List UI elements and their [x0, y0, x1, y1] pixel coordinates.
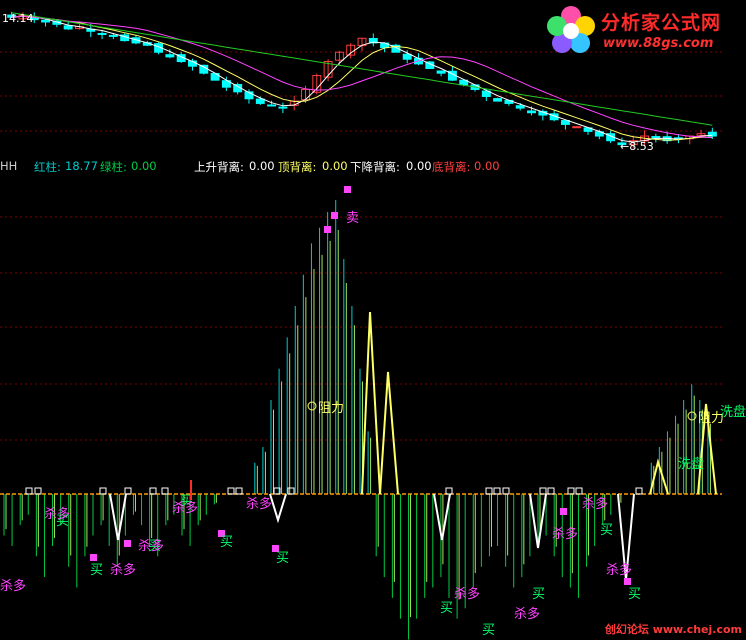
down-divergence-label: 下降背离:: [350, 160, 400, 174]
bottom-divergence-value: 0.00: [474, 159, 500, 173]
buy-label: 买: [220, 535, 233, 550]
kill-long-label: 杀多: [246, 496, 272, 512]
resist-label: 阻力: [318, 401, 344, 416]
downward-spike: [433, 493, 451, 541]
kill-long-label: 杀多: [44, 506, 70, 522]
price-low-label: ←8.53: [620, 140, 654, 153]
candle-body: [278, 106, 288, 109]
price-high-label: 14.14: [2, 12, 34, 25]
resist-circle-icon: [307, 401, 317, 411]
wash-label: 洗盘: [720, 404, 746, 420]
brand-url: www.88gs.com: [603, 36, 714, 51]
candle-body: [267, 104, 277, 107]
candle-body: [41, 19, 51, 23]
buy-label: 买: [90, 563, 103, 578]
flower-logo-icon: [547, 6, 595, 53]
zero-square-marker: [161, 487, 169, 495]
kill-long-label: 杀多: [138, 538, 164, 554]
signal-marker: [624, 578, 631, 585]
buy-label: 买: [600, 523, 613, 538]
zero-square-marker: [635, 487, 643, 495]
red-bar-label: 红柱:: [34, 160, 61, 174]
kill-long-label: 杀多: [552, 526, 578, 542]
candle-body: [108, 34, 118, 37]
zero-square-marker: [493, 487, 501, 495]
zero-square-marker: [567, 487, 575, 495]
candle-body: [515, 105, 525, 109]
green-bar-label: 绿柱:: [100, 160, 127, 174]
footer-watermark: 创幻论坛 www.chej.com: [604, 623, 742, 636]
down-divergence-value: 0.00: [406, 159, 432, 173]
zero-square-marker: [287, 487, 295, 495]
wash-label: 洗盘: [678, 456, 704, 472]
zero-square-marker: [227, 487, 235, 495]
indicator-panel: 卖阻力阻力洗盘洗盘买买买买买买买买买买买杀多杀多杀多杀多杀多 杀多杀多杀多杀多杀多…: [0, 186, 746, 640]
zero-square-marker: [445, 487, 453, 495]
candle-body: [255, 98, 265, 104]
candle-body: [527, 110, 536, 114]
up-divergence-value: 0.00: [249, 159, 275, 173]
signal-marker: [560, 508, 567, 515]
kill-long-label: 杀多: [172, 500, 198, 516]
signal-marker: [331, 212, 338, 219]
zero-square-marker: [235, 487, 243, 495]
buy-label: 买: [628, 587, 641, 602]
downward-spike: [109, 493, 127, 541]
top-divergence-label: 顶背离:: [278, 160, 317, 174]
signal-marker: [324, 226, 331, 233]
candle-body: [572, 126, 582, 129]
candle-body: [402, 53, 412, 60]
bottom-divergence-label: 底背离:: [432, 160, 471, 174]
kill-long-label: 杀多: [582, 496, 608, 512]
upward-spike: [379, 371, 399, 495]
candle-body: [436, 70, 446, 74]
sell-label: 卖: [346, 211, 359, 226]
candle-body: [493, 98, 503, 102]
zero-square-marker: [99, 487, 107, 495]
kill-long-label: 杀多: [514, 606, 540, 622]
zero-square-marker: [539, 487, 547, 495]
top-divergence-value: 0.00: [322, 159, 348, 173]
zero-square-marker: [547, 487, 555, 495]
buy-label: 买: [532, 587, 545, 602]
zero-square-marker: [575, 487, 583, 495]
zero-square-marker: [124, 487, 132, 495]
brand-logo: 分析家公式网 www.88gs.com: [543, 2, 743, 56]
candle-body: [165, 54, 175, 58]
zero-square-marker: [149, 487, 157, 495]
kill-long-label: 杀多: [0, 578, 26, 594]
indicator-name: HH: [0, 159, 18, 173]
green-bar-value: 0.00: [131, 159, 157, 173]
buy-label: 买: [482, 623, 495, 638]
red-bar-value: 18.77: [65, 159, 98, 173]
candle-body: [97, 32, 107, 35]
brand-title: 分析家公式网: [601, 12, 722, 34]
zero-square-marker: [485, 487, 493, 495]
candle-body: [63, 25, 73, 30]
signal-marker: [124, 540, 131, 547]
signal-marker: [90, 554, 97, 561]
zero-square-marker: [25, 487, 33, 495]
up-divergence-label: 上升背离:: [194, 160, 244, 174]
zero-square-marker: [502, 487, 510, 495]
signal-marker: [344, 186, 351, 193]
stock-chart-canvas: 14.14←8.53 卖阻力阻力洗盘洗盘买买买买买买买买买买买杀多杀多杀多杀多杀…: [0, 11, 746, 640]
downward-spike: [269, 493, 287, 524]
kill-long-label: 杀多: [110, 562, 136, 578]
kill-long-label: 杀多: [606, 562, 632, 578]
buy-label: 买: [276, 551, 289, 566]
kill-long-label: 杀多: [454, 586, 480, 602]
buy-label: 买: [440, 601, 453, 616]
zero-square-marker: [34, 487, 42, 495]
